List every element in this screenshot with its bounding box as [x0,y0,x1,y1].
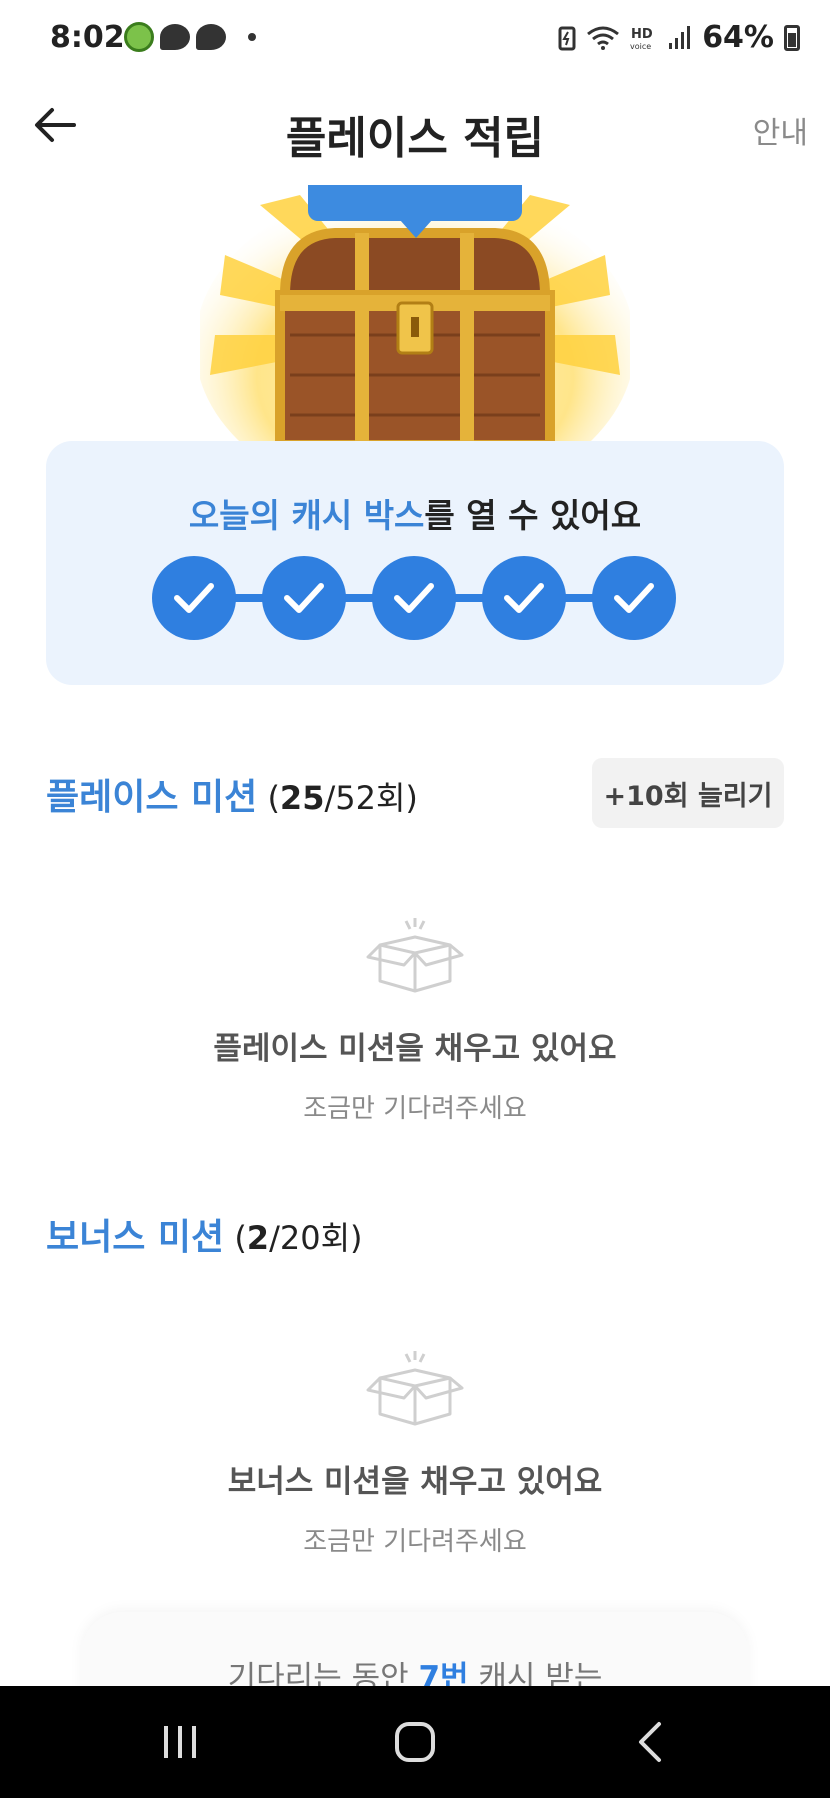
guide-link[interactable]: 안내 [753,108,808,152]
count-close: ) [405,779,418,817]
bonus-mission-empty-title: 보너스 미션을 채우고 있어요 [227,1464,603,1500]
bonus-mission-title: 보너스 미션 (2/20회) [46,1208,363,1260]
tooltip-tail [400,220,432,238]
count-separator: / [269,1219,280,1257]
bonus-mission-empty-sub: 조금만 기다려주세요 [303,1527,527,1557]
step-check-1 [152,556,236,640]
chat-icon [196,24,226,50]
empty-box-icon [366,918,464,993]
check-icon [394,583,434,613]
status-time: 8:02 [50,20,125,55]
count-total: 20회 [279,1219,351,1257]
battery-icon [784,24,800,51]
home-icon [395,1722,435,1762]
battery-saver-icon [558,26,576,50]
status-bar: 8:02 HD voice 64% [0,0,830,80]
bonus-mission-label: 보너스 미션 [46,1217,225,1258]
extend-10-button[interactable]: +10회 늘리기 [592,758,784,828]
home-button[interactable] [385,1716,445,1768]
place-mission-count: (25/52회) [257,779,418,817]
step-check-3 [372,556,456,640]
step-check-4 [482,556,566,640]
count-open: ( [257,779,280,817]
bonus-mission-count: (2/20회) [224,1219,362,1257]
check-icon [614,583,654,613]
chevron-left-icon [639,1722,661,1762]
chat-icon [160,24,190,50]
place-mission-title: 플레이스 미션 (25/52회) [46,768,418,820]
count-current: 2 [246,1219,270,1257]
place-mission-empty-title: 플레이스 미션을 채우고 있어요 [213,1031,617,1067]
recent-apps-button[interactable] [150,1716,210,1768]
svg-text:HD: HD [631,27,653,42]
step-check-5 [592,556,676,640]
empty-box-icon [366,1351,464,1426]
svg-text:voice: voice [630,42,651,51]
today-cash-box-text: 오늘의 캐시 박스를 열 수 있어요 [46,489,784,537]
back-nav-button[interactable] [620,1716,680,1768]
system-nav-bar [0,1686,830,1798]
place-mission-label: 플레이스 미션 [46,777,258,818]
place-mission-empty-state: 플레이스 미션을 채우고 있어요 조금만 기다려주세요 [0,915,830,1125]
progress-steps [152,556,676,640]
count-close: ) [350,1219,363,1257]
count-separator: / [324,779,336,817]
battery-percent: 64% [702,20,774,55]
tooltip-bubble [308,185,522,221]
hd-voice-icon: HDvoice [630,27,653,51]
recent-apps-icon [164,1726,196,1758]
count-current: 25 [279,779,325,817]
dot-icon [248,33,256,41]
system-icons: HD voice 64% [558,20,800,55]
place-mission-empty-sub: 조금만 기다려주세요 [303,1094,527,1124]
today-cash-box-highlight: 오늘의 캐시 박스 [188,496,425,535]
today-cash-box-card: 오늘의 캐시 박스를 열 수 있어요 [46,441,784,685]
bonus-mission-empty-state: 보너스 미션을 채우고 있어요 조금만 기다려주세요 [0,1348,830,1558]
signal-icon [669,25,691,49]
count-open: ( [224,1219,247,1257]
check-icon [174,583,214,613]
page-title: 플레이스 적립 [285,113,545,164]
notification-icons [124,22,256,52]
step-check-2 [262,556,346,640]
header: 플레이스 적립 안내 [0,80,830,180]
check-icon [284,583,324,613]
today-cash-box-suffix: 를 열 수 있어요 [424,496,642,535]
check-icon [504,583,544,613]
wifi-icon [587,26,620,50]
app-icon [124,22,154,52]
count-total: 52회 [335,779,406,817]
